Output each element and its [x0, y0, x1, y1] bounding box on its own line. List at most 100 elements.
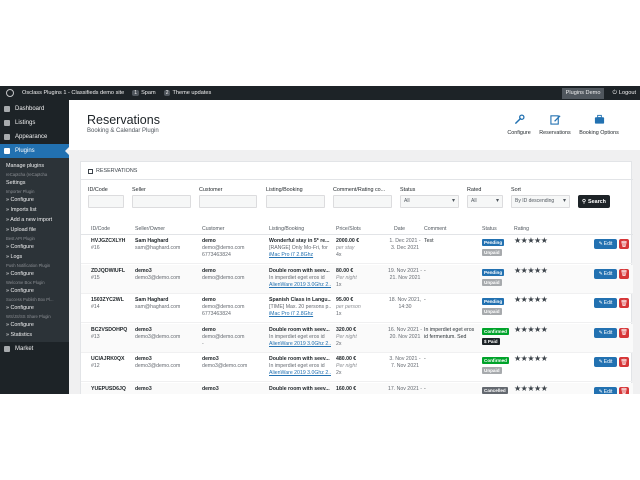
user-account-link[interactable]: Plugins Demo [561, 87, 605, 99]
table-row: UCIAJRK0QX #12 demo3 demo3@demo.com demo3 dem… [81, 353, 633, 382]
reservation-code[interactable]: ZDJQDWIUFL [91, 268, 133, 275]
reservation-code[interactable]: UCIAJRK0QX [91, 356, 133, 363]
wp-logo-menu[interactable] [0, 86, 18, 100]
seller-name[interactable]: demo3 [135, 386, 197, 393]
filter-seller-input[interactable] [132, 195, 191, 208]
filter-sort-select[interactable]: By ID descending [511, 195, 570, 208]
listing-title[interactable]: Double room with seev... [269, 356, 331, 363]
sidebar-item-listings[interactable]: Listings [0, 116, 69, 130]
sidebar-item-appearance[interactable]: Appearance [0, 130, 69, 144]
seller-name[interactable]: Sam Haghard [135, 238, 197, 245]
customer-name[interactable]: demo3 [202, 386, 264, 393]
submenu-configure[interactable]: » Configure [0, 242, 69, 252]
logout-link[interactable]: ⏻ Logout [608, 86, 640, 100]
logout-icon: ⏻ [612, 89, 617, 96]
delete-button[interactable]: 🗑 [619, 268, 629, 279]
listing-title[interactable]: Wonderful stay in 5* re... [269, 238, 331, 245]
edit-button[interactable]: ✎ Edit [594, 357, 617, 367]
table-row: ZDJQDWIUFL #15 demo3 demo3@demo.com demo demo… [81, 264, 633, 294]
listing-link[interactable]: iMac Pro i7 2.8Ghz [269, 311, 331, 318]
sidebar-item-plugins[interactable]: Plugins [0, 144, 69, 158]
search-button[interactable]: ⚲ Search [578, 195, 610, 208]
submenu-configure[interactable]: » Configure [0, 320, 69, 330]
submenu-settings[interactable]: Settings [0, 178, 69, 188]
delete-button[interactable]: 🗑 [619, 386, 629, 394]
customer-name[interactable]: demo [202, 238, 264, 245]
submenu-configure[interactable]: » Configure [0, 195, 69, 205]
customer-name[interactable]: demo [202, 327, 264, 334]
spam-link[interactable]: 1 Spam [128, 86, 159, 100]
filter-listing-input[interactable] [266, 195, 325, 208]
reservation-date: 19. Nov 2021 - 21. Nov 2021 [387, 267, 423, 281]
delete-button[interactable]: 🗑 [619, 298, 629, 308]
reservation-id: #14 [91, 304, 100, 310]
filter-comment-input[interactable] [333, 195, 392, 208]
filter-label-customer: Customer [199, 187, 223, 193]
filter-customer-input[interactable] [199, 195, 257, 208]
sidebar-item-dashboard[interactable]: Dashboard [0, 102, 69, 116]
trash-icon: 🗑 [620, 389, 628, 394]
edit-button[interactable]: ✎ Edit [594, 268, 617, 279]
submenu-configure[interactable]: » Configure [0, 286, 69, 296]
sidebar-item-market[interactable]: Market [0, 342, 69, 356]
delete-button[interactable]: 🗑 [619, 327, 629, 338]
price-unit: Per night [336, 274, 357, 281]
site-name-link[interactable]: Osclass Plugins 1 - Classifieds demo sit… [18, 86, 128, 100]
listing-link[interactable]: iMac Pro i7 2.8Ghz [269, 252, 331, 259]
reservation-date: 17. Nov 2021 - [387, 385, 423, 392]
seller-name[interactable]: demo3 [135, 356, 197, 363]
submenu-statistics[interactable]: » Statistics [0, 330, 69, 340]
delete-button[interactable]: 🗑 [619, 239, 629, 249]
filter-id-input[interactable] [88, 195, 124, 208]
seller-name[interactable]: demo3 [135, 327, 197, 334]
reservation-id: #13 [91, 333, 100, 340]
price: 95.00 € [336, 297, 354, 303]
submenu-add-import[interactable]: » Add a new import [0, 215, 69, 225]
reservation-code[interactable]: 1503ZYC2WL [91, 297, 133, 304]
submenu-logs[interactable]: » Logs [0, 252, 69, 262]
filter-label-rated: Rated [467, 187, 482, 193]
theme-updates-link[interactable]: 2 Theme updates [160, 86, 216, 100]
customer-name[interactable]: demo [202, 297, 264, 304]
col-header-rating: Rating [514, 226, 529, 232]
listing-link[interactable]: AlienWare 2019 3.0Ghz 2... [269, 341, 331, 348]
reservation-code[interactable]: HVJGZCXLYH [91, 238, 133, 245]
edit-button[interactable]: ✎ Edit [594, 386, 617, 394]
reservation-code[interactable]: YUEPUSD6JQ [91, 386, 133, 393]
submenu-heading: WS/JS/SS Share Plugin [6, 314, 51, 319]
dashboard-icon [4, 106, 10, 112]
edit-button[interactable]: ✎ Edit [594, 327, 617, 338]
submenu-upload-file[interactable]: » Upload file [0, 225, 69, 235]
listing-link[interactable]: AlienWare 2019 3.0Ghz 2... [269, 370, 331, 377]
pencil-icon: ✎ [598, 359, 603, 365]
slots: 1x [336, 311, 342, 317]
reservation-comment: - [424, 297, 426, 303]
seller-name[interactable]: demo3 [135, 268, 197, 275]
customer-name[interactable]: demo3 [202, 356, 264, 363]
filter-rated-select[interactable]: All [467, 195, 503, 208]
submenu-configure[interactable]: » Configure [0, 303, 69, 313]
reservation-code[interactable]: BC2VSDOHPQ [91, 327, 133, 334]
status-badge: Confirmed [482, 327, 509, 335]
listing-title[interactable]: Spanish Class in Langu... [269, 297, 331, 304]
seller-name[interactable]: Sam Haghard [135, 297, 197, 304]
listing-title[interactable]: Double room with seev... [269, 327, 331, 334]
reservations-button[interactable]: Reservations [530, 114, 580, 136]
submenu-configure[interactable]: » Configure [0, 269, 69, 279]
edit-button[interactable]: ✎ Edit [594, 239, 617, 249]
reservation-comment: In imperdiet eget eros id fermentum. Sed [424, 326, 475, 340]
delete-button[interactable]: 🗑 [619, 357, 629, 367]
booking-options-button[interactable]: Booking Options [574, 114, 624, 136]
listing-title[interactable]: Double room with seev... [269, 268, 331, 275]
customer-name[interactable]: demo [202, 268, 264, 275]
submenu-manage-plugins[interactable]: Manage plugins [0, 161, 69, 171]
listing-link[interactable]: AlienWare 2019 3.0Ghz 2... [269, 282, 331, 289]
pencil-icon: ✎ [598, 329, 603, 336]
filter-status-select[interactable]: All [400, 195, 459, 208]
listing-title[interactable]: Double room with seev... [269, 386, 331, 393]
submenu-imports-list[interactable]: » Imports list [0, 205, 69, 215]
slots: 1x [336, 281, 342, 288]
status-badge: Pending [482, 298, 505, 305]
reservation-date: 16. Nov 2021 - 20. Nov 2021 [387, 326, 423, 340]
edit-button[interactable]: ✎ Edit [594, 298, 617, 308]
